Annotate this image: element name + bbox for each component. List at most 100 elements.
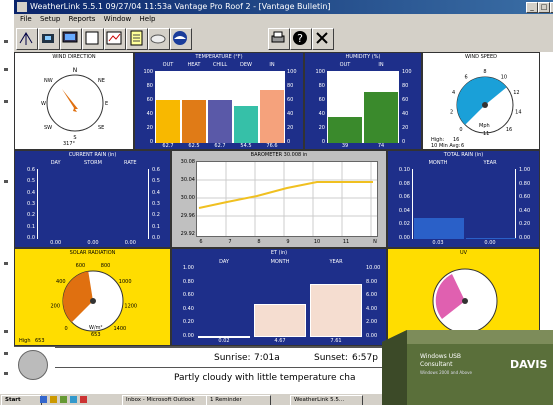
solar-tick: 800: [101, 263, 111, 269]
solar-radiation-gauge: 0 200 400 600 800 1000 1200 1400: [50, 263, 137, 332]
minimize-button[interactable]: _: [526, 2, 538, 13]
barometer-plot: [196, 161, 378, 237]
wind-speed-tick: 8: [483, 69, 486, 75]
task-reminder[interactable]: 1 Reminder: [206, 395, 271, 405]
barometer-x-axis: 6 7 8 9 10 11 N: [196, 239, 378, 246]
axis-tick-label: 2.00: [366, 319, 378, 326]
maximize-button[interactable]: □: [538, 2, 550, 13]
axis-tick-label: 0.1: [152, 223, 160, 230]
menu-window[interactable]: Window: [104, 15, 132, 23]
monitor-icon: [62, 31, 78, 43]
sunset-label: Sunset:: [314, 353, 348, 363]
product-box-line2: Consultant: [420, 361, 453, 368]
et-bar: [254, 304, 306, 337]
column-label: 0.00: [124, 240, 136, 246]
exit-button[interactable]: [312, 28, 334, 50]
axis-tick-label: 0.40: [182, 305, 194, 312]
axis-tick-label: 0.1: [27, 223, 35, 230]
axis-tick-label: 0.00: [182, 333, 194, 339]
axis-tick-label: 0.80: [519, 180, 531, 187]
connect-button[interactable]: [16, 28, 38, 50]
menu-setup[interactable]: Setup: [40, 15, 60, 23]
wind-direction-value: 317°: [63, 141, 76, 147]
plot-button[interactable]: [104, 28, 126, 50]
et-axis-right: 10.00 8.00 6.00 4.00 2.00 0.00: [366, 265, 386, 339]
desktop-icon[interactable]: [60, 396, 67, 403]
task-outlook[interactable]: Inbox - Microsoft Outlook: [122, 395, 207, 405]
toolbar: ?: [14, 25, 553, 52]
axis-tick-label: 0.04: [398, 207, 410, 214]
solar-tick: 1200: [124, 303, 137, 309]
et-bar: [310, 283, 362, 337]
axis-tick-label: 40: [287, 111, 294, 117]
column-label: MONTH: [428, 160, 448, 166]
moon-phase-icon: [18, 350, 48, 380]
compass-w-label: W: [41, 101, 46, 107]
barometer-y-tick: 30.04: [180, 177, 195, 183]
wind-speed-tick: 10: [501, 75, 507, 81]
axis-tick-label: 0: [321, 139, 325, 145]
solar-radiation-panel: SOLAR RADIATION 0 200 400 600 800 1000 1200 140…: [14, 248, 171, 346]
et-plot: [196, 267, 364, 338]
column-label: 54.5: [240, 143, 252, 149]
outlook-icon[interactable]: [50, 396, 57, 403]
axis-tick-label: 60: [402, 97, 409, 103]
column-label: MONTH: [270, 259, 290, 265]
product-box-line1: Windows USB: [420, 353, 461, 360]
axis-tick-label: 0.06: [398, 194, 410, 201]
wind-speed-avg-label: 10 Min Avg:: [431, 143, 461, 149]
column-label: 0.02: [218, 338, 230, 344]
window-icon: [85, 31, 99, 45]
axis-tick-label: 0.40: [519, 207, 531, 214]
sunrise-label: Sunrise:: [214, 353, 251, 363]
barometer-trend-line: [198, 181, 373, 209]
temperature-panel: TEMPERATURE (°F) OUT HEAT CHILL DEW IN 100 80…: [134, 52, 304, 150]
print-button[interactable]: [268, 28, 290, 50]
barometer-title: BAROMETER 30.008 in: [250, 152, 308, 158]
temperature-bar: [208, 97, 232, 143]
station-button[interactable]: [38, 28, 60, 50]
column-label: CHILL: [212, 62, 228, 68]
compass-se-label: SE: [98, 125, 104, 131]
start-label: Start: [5, 397, 21, 403]
start-button[interactable]: Start: [1, 395, 42, 405]
menu-file[interactable]: File: [20, 15, 32, 23]
column-label: 0.00: [484, 240, 496, 246]
ie-icon[interactable]: [40, 396, 47, 403]
task-weatherlink[interactable]: WeatherLink 5.5...: [290, 395, 363, 405]
column-label: 0.00: [87, 240, 99, 246]
column-label: DAY: [50, 160, 61, 166]
total-rain-axis-left: 0.10 0.08 0.06 0.04 0.02 0.00: [390, 167, 410, 241]
column-label: DEW: [240, 62, 252, 68]
bulletin-button[interactable]: [60, 28, 82, 50]
column-label: OUT: [339, 62, 351, 68]
axis-tick-label: 80: [146, 83, 153, 89]
axis-tick-label: 0.02: [398, 221, 410, 228]
axis-tick-label: 8.00: [366, 278, 378, 285]
temperature-axis-left: 100 80 60 40 20 0: [137, 69, 153, 145]
weather-button[interactable]: [148, 28, 170, 50]
sunrise-time: 7:01a: [254, 353, 280, 363]
noaa-button[interactable]: [170, 28, 192, 50]
temperature-labels: OUT HEAT CHILL DEW IN: [155, 62, 285, 70]
browse-button[interactable]: [126, 28, 148, 50]
app-icon: [17, 2, 27, 12]
column-label: 39: [341, 143, 349, 149]
current-rain-values: 0.00 0.00 0.00: [37, 240, 149, 247]
humidity-title: HUMIDITY (%): [345, 54, 381, 60]
axis-tick-label: 80: [287, 83, 294, 89]
total-rain-axis-right: 1.00 0.80 0.60 0.40 0.20 0.00: [519, 167, 539, 241]
menu-help[interactable]: Help: [140, 15, 156, 23]
left-margin-strip: [0, 0, 14, 394]
barometer-x-tick: 9: [286, 239, 290, 245]
axis-tick-label: 100: [143, 69, 153, 75]
app-launch-icon[interactable]: [80, 396, 87, 403]
summary-button[interactable]: [82, 28, 104, 50]
media-icon[interactable]: [70, 396, 77, 403]
task-reminder-label: 1 Reminder: [210, 397, 242, 403]
help-button[interactable]: ?: [290, 28, 312, 50]
temperature-axis-right: 100 80 60 40 20 0: [287, 69, 303, 145]
axis-tick-label: 0: [287, 139, 291, 145]
column-label: RATE: [124, 160, 137, 166]
menu-reports[interactable]: Reports: [69, 15, 96, 23]
